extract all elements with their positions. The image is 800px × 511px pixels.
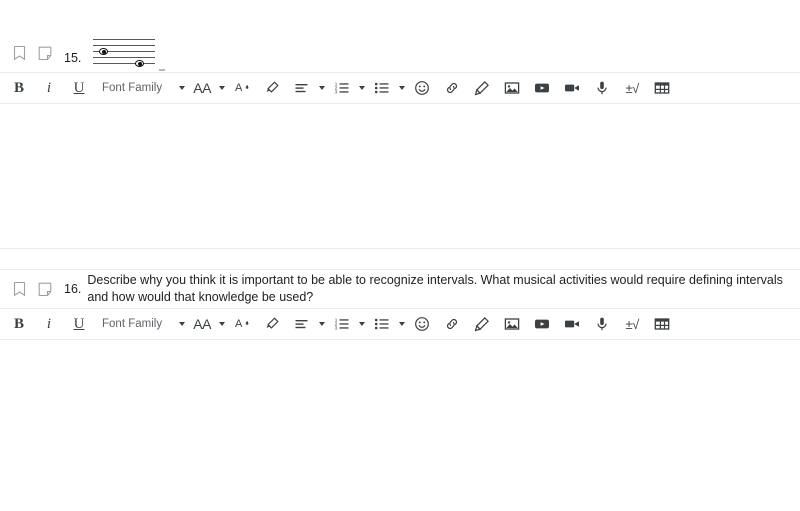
staff-trailing-dash bbox=[159, 69, 166, 71]
editor-toolbar-15: B i U Font Family AA A 1 2 3 ±√ bbox=[0, 72, 800, 104]
chevron-down-icon[interactable] bbox=[179, 86, 186, 90]
chevron-down-icon[interactable] bbox=[399, 322, 406, 326]
chevron-down-icon[interactable] bbox=[359, 322, 366, 326]
question-number: 16. bbox=[64, 281, 82, 296]
chevron-down-icon[interactable] bbox=[179, 322, 186, 326]
chevron-down-icon[interactable] bbox=[219, 322, 226, 326]
question-text: Describe why you think it is important t… bbox=[87, 273, 783, 304]
bold-button[interactable]: B bbox=[4, 75, 34, 101]
question-15-icons bbox=[6, 40, 58, 66]
font-color-button[interactable]: A bbox=[227, 311, 257, 337]
bookmark-icon[interactable] bbox=[6, 40, 32, 66]
align-left-button[interactable] bbox=[287, 75, 317, 101]
underline-button[interactable]: U bbox=[64, 311, 94, 337]
italic-button[interactable]: i bbox=[34, 311, 64, 337]
chevron-down-icon[interactable] bbox=[399, 86, 406, 90]
chevron-down-icon[interactable] bbox=[219, 86, 226, 90]
bulleted-list-button[interactable] bbox=[367, 311, 397, 337]
font-family-select[interactable]: Font Family bbox=[94, 82, 172, 94]
chevron-down-icon[interactable] bbox=[319, 322, 326, 326]
bulleted-list-button[interactable] bbox=[367, 75, 397, 101]
answer-editor-16[interactable] bbox=[0, 340, 800, 500]
emoji-button[interactable] bbox=[407, 75, 437, 101]
font-size-button[interactable]: AA bbox=[187, 311, 217, 337]
link-button[interactable] bbox=[437, 311, 467, 337]
question-row-15: 15. bbox=[0, 0, 800, 72]
staff-line-5 bbox=[93, 63, 156, 64]
table-button[interactable] bbox=[647, 311, 677, 337]
sticky-note-icon[interactable] bbox=[32, 40, 58, 66]
math-button[interactable]: ±√ bbox=[617, 311, 647, 337]
font-size-button[interactable]: AA bbox=[187, 75, 217, 101]
align-left-button[interactable] bbox=[287, 311, 317, 337]
whole-note-2 bbox=[135, 60, 145, 67]
youtube-button[interactable] bbox=[527, 75, 557, 101]
numbered-list-button[interactable]: 1 2 3 bbox=[327, 311, 357, 337]
staff-line-2 bbox=[93, 45, 156, 46]
video-camera-button[interactable] bbox=[557, 311, 587, 337]
question-row-16: 16. Describe why you think it is importa… bbox=[0, 270, 800, 308]
svg-text:3: 3 bbox=[335, 325, 338, 330]
music-staff bbox=[93, 39, 156, 67]
svg-text:A: A bbox=[235, 318, 243, 330]
font-family-select[interactable]: Font Family bbox=[94, 318, 172, 330]
answer-editor-15[interactable] bbox=[0, 104, 800, 249]
section-gap bbox=[0, 249, 800, 269]
question-16-icons bbox=[6, 276, 58, 302]
microphone-button[interactable] bbox=[587, 311, 617, 337]
numbered-list-button[interactable]: 1 2 3 bbox=[327, 75, 357, 101]
font-color-button[interactable]: A bbox=[227, 75, 257, 101]
pencil-button[interactable] bbox=[467, 311, 497, 337]
whole-note-1 bbox=[99, 48, 109, 55]
svg-text:3: 3 bbox=[335, 89, 338, 94]
link-button[interactable] bbox=[437, 75, 467, 101]
bookmark-icon[interactable] bbox=[6, 276, 32, 302]
microphone-button[interactable] bbox=[587, 75, 617, 101]
bold-button[interactable]: B bbox=[4, 311, 34, 337]
emoji-button[interactable] bbox=[407, 311, 437, 337]
highlighter-button[interactable] bbox=[257, 75, 287, 101]
table-button[interactable] bbox=[647, 75, 677, 101]
editor-toolbar-16: B i U Font Family AA A 1 2 3 ±√ bbox=[0, 308, 800, 340]
pencil-button[interactable] bbox=[467, 75, 497, 101]
chevron-down-icon[interactable] bbox=[359, 86, 366, 90]
staff-line-4 bbox=[93, 57, 156, 58]
question-number: 15. bbox=[64, 50, 82, 65]
youtube-button[interactable] bbox=[527, 311, 557, 337]
staff-line-1 bbox=[93, 39, 156, 40]
math-button[interactable]: ±√ bbox=[617, 75, 647, 101]
underline-button[interactable]: U bbox=[64, 75, 94, 101]
svg-text:A: A bbox=[235, 82, 243, 94]
video-camera-button[interactable] bbox=[557, 75, 587, 101]
image-button[interactable] bbox=[497, 75, 527, 101]
image-button[interactable] bbox=[497, 311, 527, 337]
highlighter-button[interactable] bbox=[257, 311, 287, 337]
chevron-down-icon[interactable] bbox=[319, 86, 326, 90]
music-staff-notation bbox=[93, 39, 166, 71]
italic-button[interactable]: i bbox=[34, 75, 64, 101]
sticky-note-icon[interactable] bbox=[32, 276, 58, 302]
